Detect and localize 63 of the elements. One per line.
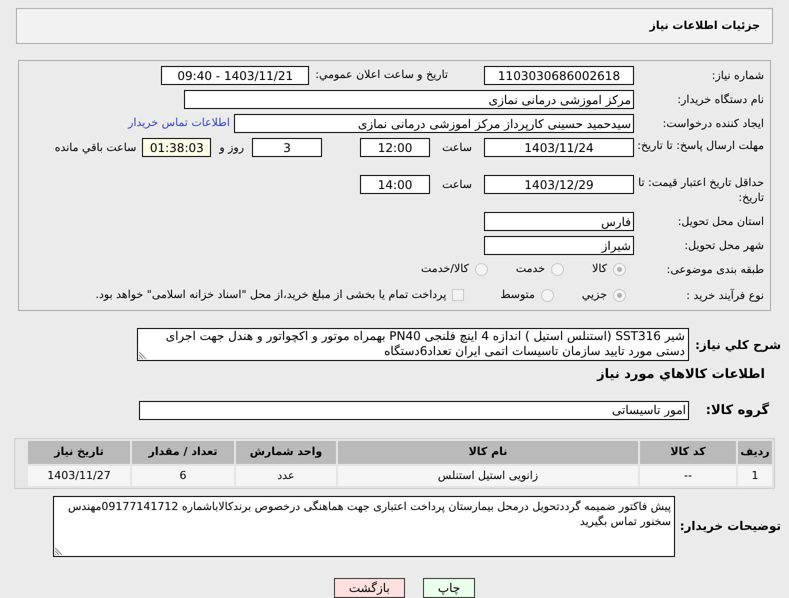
print-button[interactable]: چاپ <box>422 578 476 598</box>
field-label: کالا <box>592 261 607 278</box>
field-label: شرح کلي نیاز: <box>695 338 781 352</box>
column-header: نام کالا <box>338 441 638 464</box>
field-label: شماره نیاز: <box>712 69 764 82</box>
field-label: کالا/خدمت <box>421 261 469 278</box>
column-header: واحد شمارش <box>236 441 336 464</box>
table-cell: 1403/11/27 <box>28 466 130 486</box>
page-title: جزئیات اطلاعات نیاز <box>650 18 760 34</box>
text-field[interactable]: سیدحمید حسینی کارپرداز مرکز اموزشی درمانی نمازی <box>234 114 634 133</box>
field-label: نوع فرآیند خرید : <box>686 288 764 302</box>
text-field[interactable]: امور تاسیساتی <box>139 400 689 420</box>
field-label: ساعت <box>442 177 472 193</box>
section-heading: اطلاعات کالاهاي مورد نیاز <box>597 367 765 382</box>
text-field[interactable]: 1403/12/29 <box>484 175 634 194</box>
field-label: متوسط <box>500 286 535 303</box>
column-header: کد کالا <box>640 441 736 464</box>
checkbox[interactable] <box>452 289 464 301</box>
field-label: طبقه بندی موضوعی: <box>666 263 764 276</box>
table-cell: 1 <box>738 466 772 486</box>
text-field[interactable]: 1403/11/21 - 09:40 <box>161 66 310 85</box>
field-label: جزیي <box>582 286 607 303</box>
description-textarea[interactable]: شیر SST316 (استنلس استیل ) اندازه 4 اینچ فلنجی PN40 بهمراه موتور و اکچواتور و هندل جهت اجرای دستی مورد تایید سازمان تاسیسات اتمی ایران تعداد6دستگاه <box>137 328 689 361</box>
countdown-field[interactable]: 01:38:03 <box>142 138 212 157</box>
column-header: تعداد / مقدار <box>132 441 234 464</box>
radio-button[interactable] <box>540 288 554 302</box>
field-label: ایجاد کننده درخواست: <box>662 117 764 130</box>
text-field[interactable]: فارس <box>484 212 634 231</box>
back-button[interactable]: بازگشت <box>334 578 405 598</box>
radio-button[interactable] <box>613 288 626 302</box>
text-field[interactable]: 3 <box>252 138 322 157</box>
column-header: تاریخ نیاز <box>28 441 130 464</box>
field-label: نام دستگاه خریدار: <box>677 93 764 106</box>
resize-grip-icon[interactable] <box>139 351 147 359</box>
radio-button[interactable] <box>551 263 564 276</box>
field-label: روز و <box>219 140 244 156</box>
field-label: خدمت <box>516 261 546 278</box>
field-label: استان محل تحویل: <box>678 215 764 228</box>
field-label: توضیحات خریدار: <box>680 519 781 534</box>
field-label: مهلت ارسال پاسخ: تا تاریخ: <box>637 139 764 152</box>
field-label: گروه کالا: <box>706 402 769 418</box>
field-label: ساعت <box>442 140 472 156</box>
notes-textarea[interactable]: پیش فاکتور ضمیمه گرددتحویل درمحل بیمارستان پرداخت اعتباری جهت هماهنگی درخصوص برندکالاباشماره 09177141712مهندس سخنور تماس بگیرید <box>53 496 675 557</box>
text-field[interactable]: مرکز اموزشی درمانی نمازی <box>184 90 634 109</box>
text-field[interactable]: 1103030686002618 <box>484 66 634 85</box>
field-label: ساعت باقي مانده <box>54 140 136 156</box>
table-cell: -- <box>640 466 736 486</box>
table-cell: زانویی استیل استنلس <box>338 466 638 486</box>
text-field[interactable]: 1403/11/24 <box>484 138 634 157</box>
column-header: ردیف <box>738 441 772 464</box>
contact-link[interactable]: اطلاعات تماس خریدار <box>128 115 230 132</box>
resize-grip-icon[interactable] <box>55 547 63 555</box>
radio-button[interactable] <box>613 263 626 276</box>
field-label: حداقل تاریخ اعتبار قیمت: تا تاریخ: <box>638 176 764 204</box>
radio-button[interactable] <box>474 263 488 276</box>
text-field[interactable]: 12:00 <box>360 138 430 157</box>
text-field[interactable]: 14:00 <box>360 175 430 194</box>
table-cell: عدد <box>236 466 336 486</box>
field-label: تاریخ و ساعت اعلان عمومي: <box>315 67 448 84</box>
field-label: شهر محل تحویل: <box>684 239 764 252</box>
field-label: پرداخت تمام یا بخشی از مبلغ خرید،از محل "اسناد خزانه اسلامی" خواهد بود. <box>96 286 446 303</box>
table-cell: 6 <box>132 466 234 486</box>
text-field[interactable]: شیراز <box>484 236 634 255</box>
